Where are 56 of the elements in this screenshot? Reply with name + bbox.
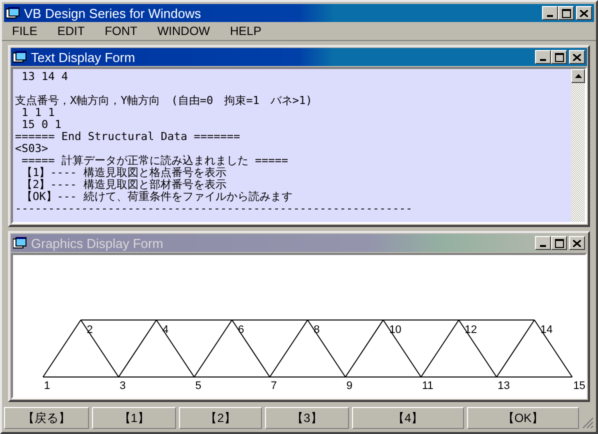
output-line: ------------------------------------------------------------ [15,203,414,215]
node-number: 13 [498,380,510,392]
status-button[interactable]: 【2】 [178,407,262,429]
resize-grip-icon [582,417,594,429]
node-number: 11 [422,380,434,392]
node-number: 12 [464,324,478,336]
menu-item[interactable]: EDIT [57,24,85,38]
maximize-button[interactable] [551,50,567,64]
up-arrow-icon [574,74,582,78]
menu-item[interactable]: FILE [12,24,38,38]
vertical-scrollbar[interactable] [571,69,585,222]
maximize-icon [554,238,564,248]
close-button[interactable] [576,6,592,20]
node-number: 4 [162,324,169,336]
menu-item[interactable]: HELP [230,24,262,38]
maximize-button[interactable] [558,6,574,20]
node-number: 10 [389,324,402,336]
node-number: 3 [120,380,126,392]
maximize-icon [554,52,564,62]
minimize-button[interactable] [535,50,551,64]
output-line: 【2】---- 構造見取図と部材番号を表示 [20,179,228,191]
app-window-icon [6,6,20,20]
node-number: 7 [270,380,277,392]
maximize-icon [562,8,570,18]
status-button[interactable]: 【戻る】 [4,407,90,429]
output-line: 【OK】--- 続けて、荷重条件をファイルから読みます [20,191,294,203]
form-title: Text Display Form [31,50,136,64]
menu-item[interactable]: FONT [104,24,138,38]
output-line: ====== End Structural Data ======= [15,131,242,143]
status-button[interactable]: 【OK】 [466,407,580,429]
node-number: 5 [195,380,202,392]
output-line: 15 0 1 [20,119,62,131]
window-title: VB Design Series for Windows [24,6,202,20]
scroll-up-button[interactable] [571,69,585,83]
output-line: 1 1 1 [20,107,56,119]
output-line: ===== 計算データが正常に読み込まれました ===== [20,155,290,167]
app-window-icon [13,50,27,64]
output-line: <S03> [15,143,50,155]
close-icon [580,10,588,16]
status-button[interactable]: 【3】 [265,407,349,429]
minimize-button[interactable] [542,6,558,20]
output-line: 支点番号，X軸方向，Y軸方向 (自由=0 拘束=1 バネ>1) [15,95,314,107]
status-button[interactable]: 【1】 [92,407,176,429]
output-line: 【1】---- 構造見取図と格点番号を表示 [20,167,228,179]
status-button[interactable]: 【4】 [352,407,464,429]
form-title: Graphics Display Form [31,236,164,250]
node-number: 9 [346,380,353,392]
close-button[interactable] [569,50,585,64]
app-window-icon [13,236,27,250]
close-icon [573,240,581,246]
node-number: 1 [44,380,50,392]
output-line: 13 14 4 [20,71,69,83]
menu-item[interactable]: WINDOW [157,24,210,38]
node-number: 15 [573,380,585,392]
close-icon [573,54,581,60]
node-number: 14 [540,324,553,336]
